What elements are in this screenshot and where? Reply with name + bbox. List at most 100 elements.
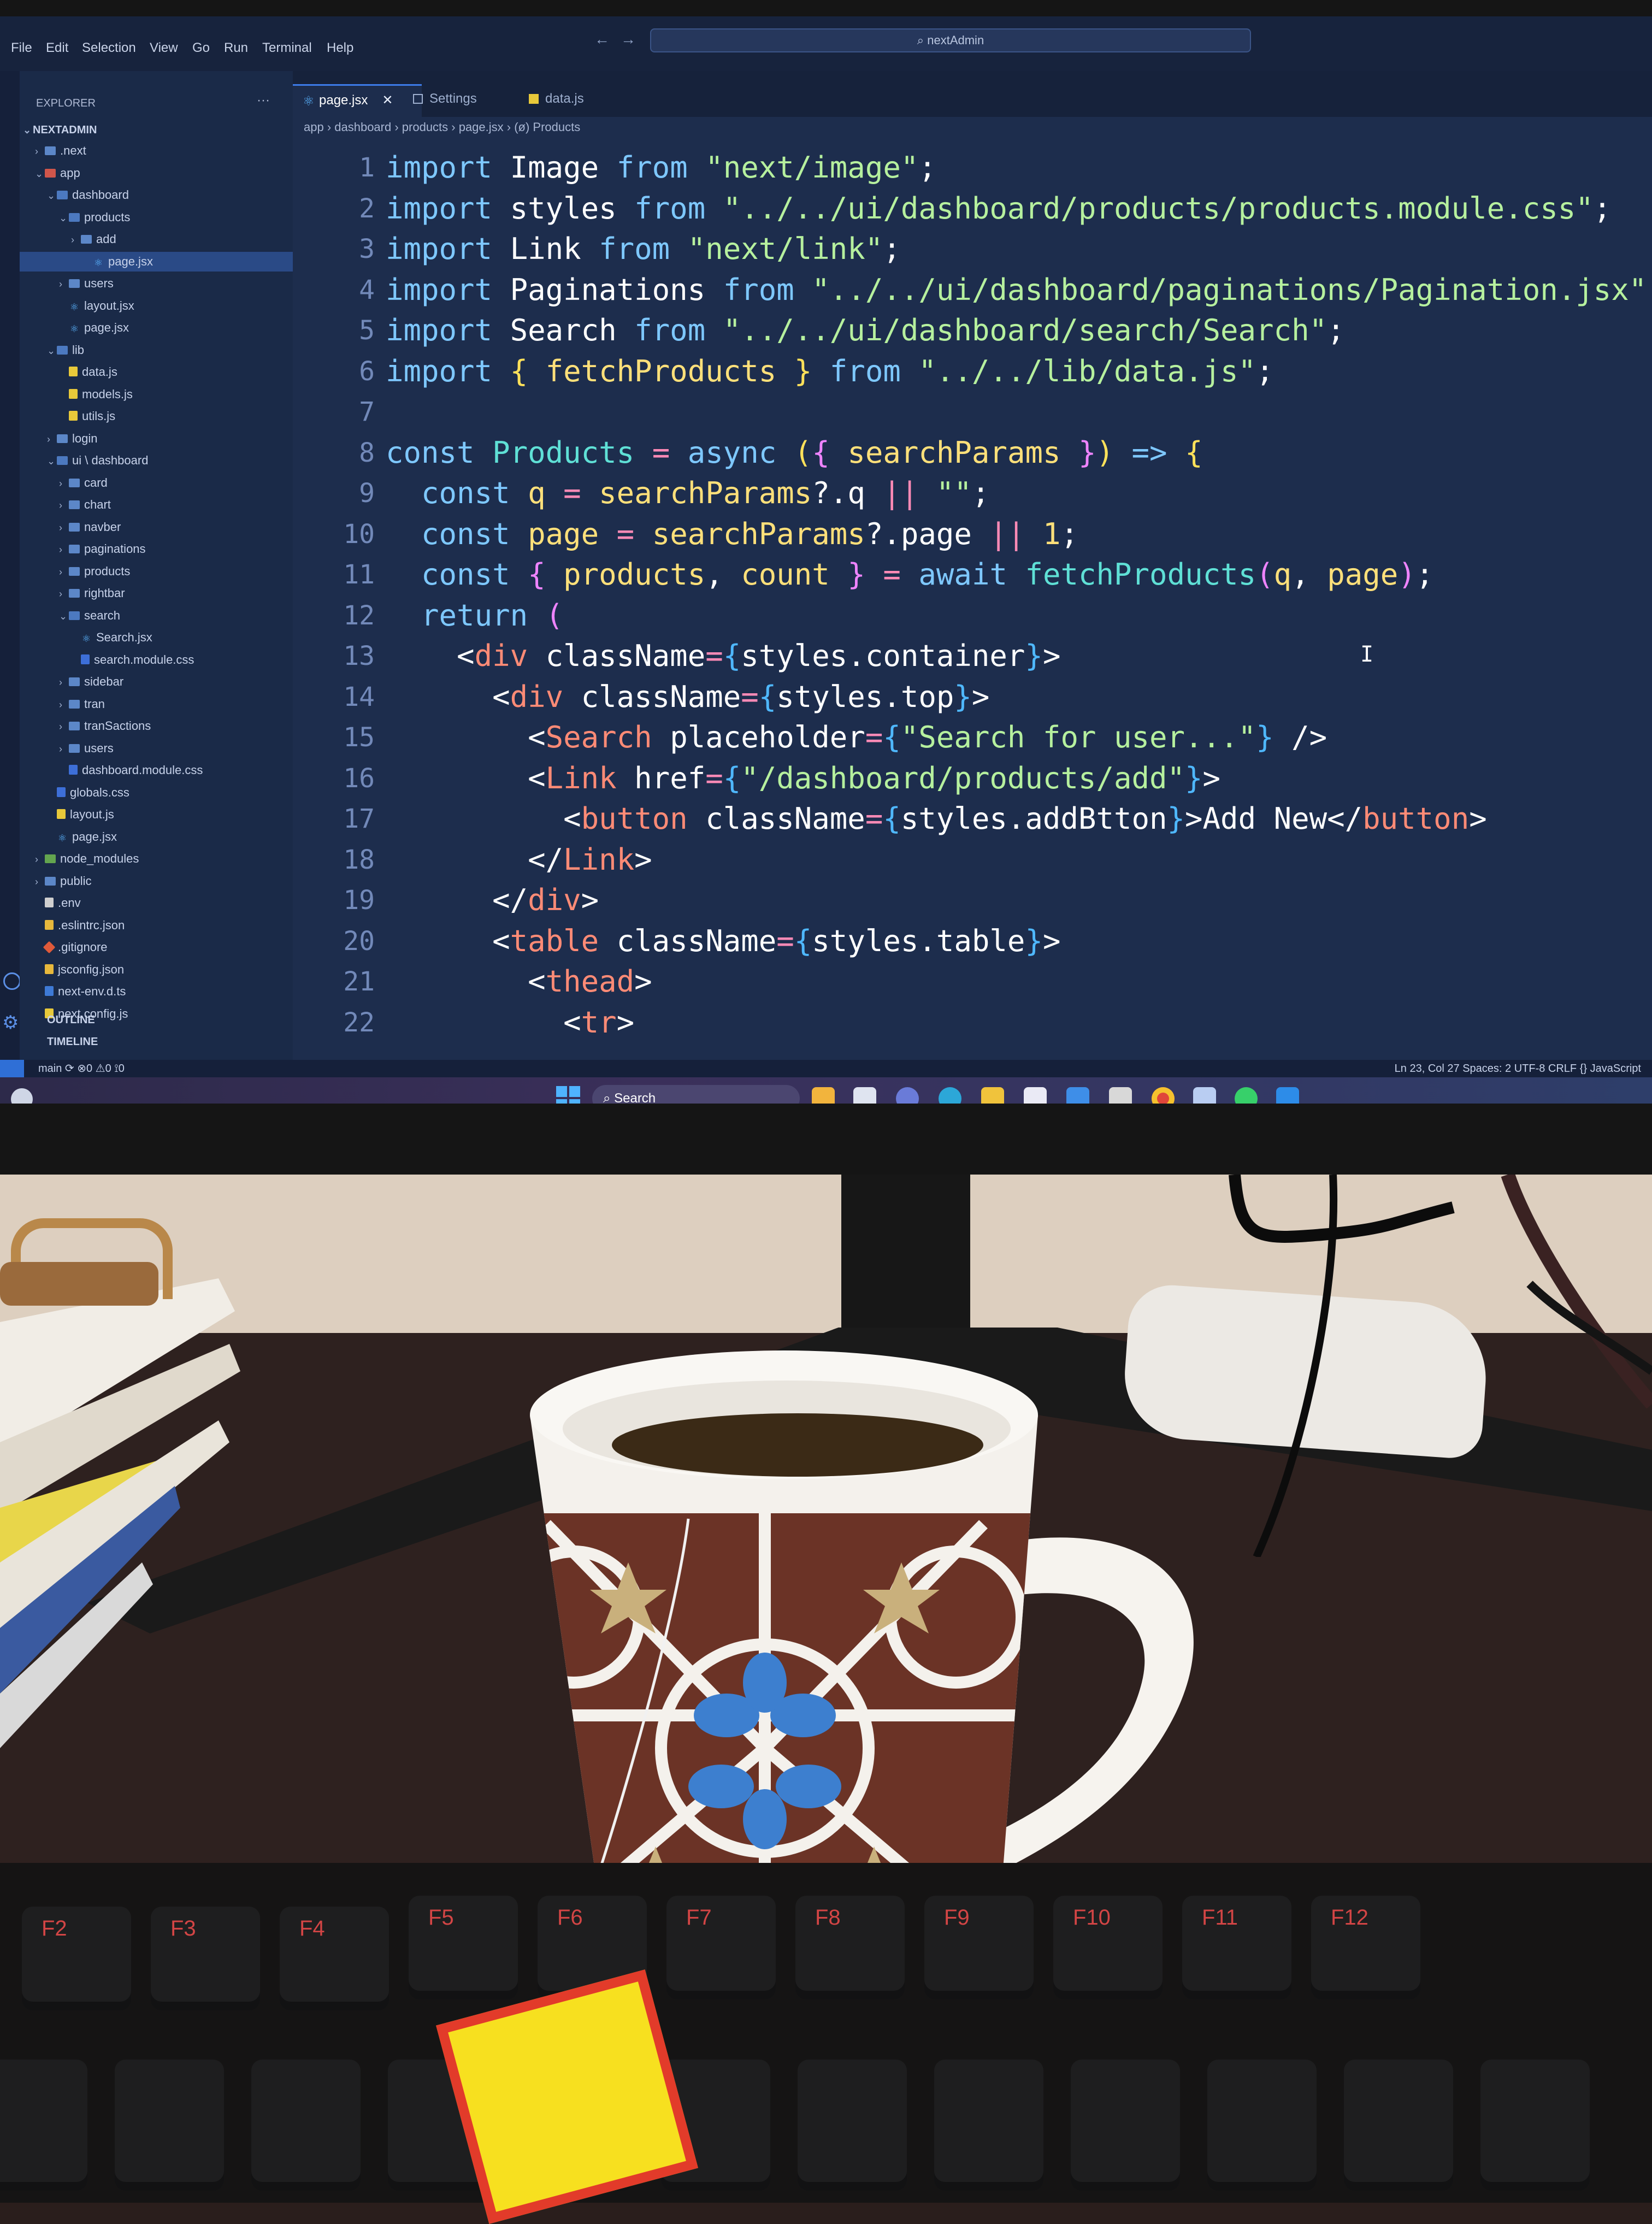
key-label: F6 xyxy=(557,1906,583,1930)
whatsapp-icon[interactable] xyxy=(1235,1087,1258,1104)
tree-item[interactable]: jsconfig.json xyxy=(35,960,124,980)
menu-terminal[interactable]: Terminal xyxy=(262,40,312,56)
tree-item[interactable]: ⌄ lib xyxy=(47,340,84,360)
tree-item[interactable]: ⌄ dashboard xyxy=(47,185,129,205)
menu-help[interactable]: Help xyxy=(327,40,353,56)
tree-item[interactable]: ⚛ page.jsx xyxy=(20,251,334,272)
vscode-icon[interactable] xyxy=(1276,1087,1299,1104)
tab-page-jsx[interactable]: ⚛ page.jsx ✕ xyxy=(293,84,422,119)
chevron-icon: › xyxy=(59,699,62,710)
keyboard-key xyxy=(1344,2060,1453,2191)
notepad-icon[interactable] xyxy=(1193,1087,1216,1104)
tree-item[interactable]: ⌄ products xyxy=(59,208,130,227)
tree-item[interactable]: › paginations xyxy=(59,539,146,559)
windows-start-icon[interactable] xyxy=(556,1086,581,1104)
tree-item[interactable]: .gitignore xyxy=(35,937,108,957)
file-explorer-icon[interactable] xyxy=(981,1087,1004,1104)
gear-icon[interactable]: ⚙ xyxy=(2,1012,19,1034)
chevron-icon: ⌄ xyxy=(59,212,68,223)
menu-selection[interactable]: Selection xyxy=(82,40,136,56)
tree-item[interactable]: ⌄ ui \ dashboard xyxy=(47,451,148,470)
search-icon: ⌕ xyxy=(603,1091,615,1104)
menu-file[interactable]: File xyxy=(11,40,32,56)
explorer-title: EXPLORER xyxy=(36,97,96,109)
tree-item[interactable]: › node_modules xyxy=(35,849,139,869)
tree-item[interactable]: dashboard.module.css xyxy=(59,760,203,780)
tree-item[interactable]: ⚛ page.jsx xyxy=(59,318,129,338)
tab-data-js[interactable]: data.js xyxy=(519,84,648,117)
more-actions-icon[interactable]: ··· xyxy=(257,93,270,108)
timeline-section[interactable]: TIMELINE xyxy=(47,1036,98,1048)
tree-item-label: app xyxy=(60,166,80,180)
tree-item[interactable]: ⌄ search xyxy=(59,606,120,626)
tab-settings[interactable]: Settings xyxy=(403,84,538,117)
tree-item[interactable]: next-env.d.ts xyxy=(35,982,126,1001)
tree-item[interactable]: › navber xyxy=(59,517,121,537)
forward-arrow-icon[interactable]: → xyxy=(621,31,636,48)
breadcrumb[interactable]: app › dashboard › products › page.jsx › … xyxy=(293,117,1652,138)
status-right[interactable]: Ln 23, Col 27 Spaces: 2 UTF-8 CRLF {} Ja… xyxy=(1395,1060,1641,1077)
folder-icon xyxy=(69,677,80,686)
code-editor[interactable]: 1 import Image from "next/image"; 2 import … xyxy=(293,138,1652,1061)
tree-item[interactable]: › tranSactions xyxy=(59,716,151,736)
tree-item[interactable]: › tran xyxy=(59,694,105,714)
app-icon[interactable] xyxy=(1109,1087,1132,1104)
file-icon xyxy=(81,654,90,664)
status-left[interactable]: main ⟳ ⊗0 ⚠0 ⟟0 xyxy=(38,1060,125,1077)
folder-icon xyxy=(69,744,80,753)
account-icon[interactable] xyxy=(3,972,21,990)
folder-icon xyxy=(57,456,68,465)
tree-item[interactable]: utils.js xyxy=(59,406,115,426)
tree-item[interactable]: ⌄ app xyxy=(35,163,80,183)
mail-icon[interactable] xyxy=(1066,1087,1089,1104)
chrome-icon[interactable] xyxy=(1152,1087,1175,1104)
store-icon[interactable] xyxy=(1024,1087,1047,1104)
menu-run[interactable]: Run xyxy=(224,40,248,56)
tree-item[interactable]: models.js xyxy=(59,385,133,404)
workspace-root[interactable]: ⌄ NEXTADMIN xyxy=(23,120,97,140)
line-number: 13 xyxy=(343,641,375,671)
command-center[interactable]: ⌕ nextAdmin xyxy=(650,28,1251,52)
chevron-icon: › xyxy=(35,876,38,887)
tree-item[interactable]: › card xyxy=(59,473,108,493)
tree-item[interactable]: .eslintrc.json xyxy=(35,916,125,935)
back-arrow-icon[interactable]: ← xyxy=(594,31,610,48)
tree-item[interactable]: › users xyxy=(59,274,114,293)
tree-item[interactable]: › .next xyxy=(35,141,86,161)
tree-item[interactable]: ⚛ page.jsx xyxy=(47,827,117,847)
command-center-label: nextAdmin xyxy=(927,33,984,47)
menu-view[interactable]: View xyxy=(150,40,178,56)
widgets-icon[interactable] xyxy=(812,1087,835,1104)
tree-item[interactable]: › users xyxy=(59,739,114,758)
remote-indicator[interactable] xyxy=(0,1060,24,1077)
tree-item[interactable]: ⚛ Search.jsx xyxy=(71,628,152,647)
taskbar-search[interactable]: ⌕ Search xyxy=(592,1085,800,1104)
line-number: 14 xyxy=(343,681,375,712)
menu-edit[interactable]: Edit xyxy=(46,40,68,56)
edge-icon[interactable] xyxy=(939,1087,961,1104)
weather-icon[interactable] xyxy=(11,1088,33,1104)
tree-item[interactable]: search.module.css xyxy=(71,650,194,670)
tree-item[interactable]: globals.css xyxy=(47,783,129,803)
tree-item[interactable]: › chart xyxy=(59,495,111,515)
tree-item[interactable]: › sidebar xyxy=(59,672,123,692)
chat-icon[interactable] xyxy=(896,1087,919,1104)
tree-item[interactable]: › rightbar xyxy=(59,583,125,603)
tree-item[interactable]: › login xyxy=(47,429,97,449)
tree-item[interactable]: ⚛ layout.jsx xyxy=(59,296,134,316)
close-icon[interactable]: ✕ xyxy=(382,93,393,108)
chevron-icon: ⌄ xyxy=(47,456,56,467)
tree-item[interactable]: › add xyxy=(71,229,116,249)
key-label: F9 xyxy=(944,1906,970,1930)
outline-section[interactable]: OUTLINE xyxy=(47,1014,95,1027)
tree-item[interactable]: › public xyxy=(35,871,91,891)
folder-icon xyxy=(57,345,68,355)
tree-item[interactable]: .env xyxy=(35,893,81,913)
file-icon xyxy=(45,898,54,907)
tree-item[interactable]: layout.js xyxy=(47,805,114,824)
tree-item-label: search.module.css xyxy=(94,652,194,666)
menu-go[interactable]: Go xyxy=(192,40,210,56)
tree-item[interactable]: data.js xyxy=(59,362,117,382)
tree-item[interactable]: › products xyxy=(59,562,130,581)
task-view-icon[interactable] xyxy=(853,1087,876,1104)
